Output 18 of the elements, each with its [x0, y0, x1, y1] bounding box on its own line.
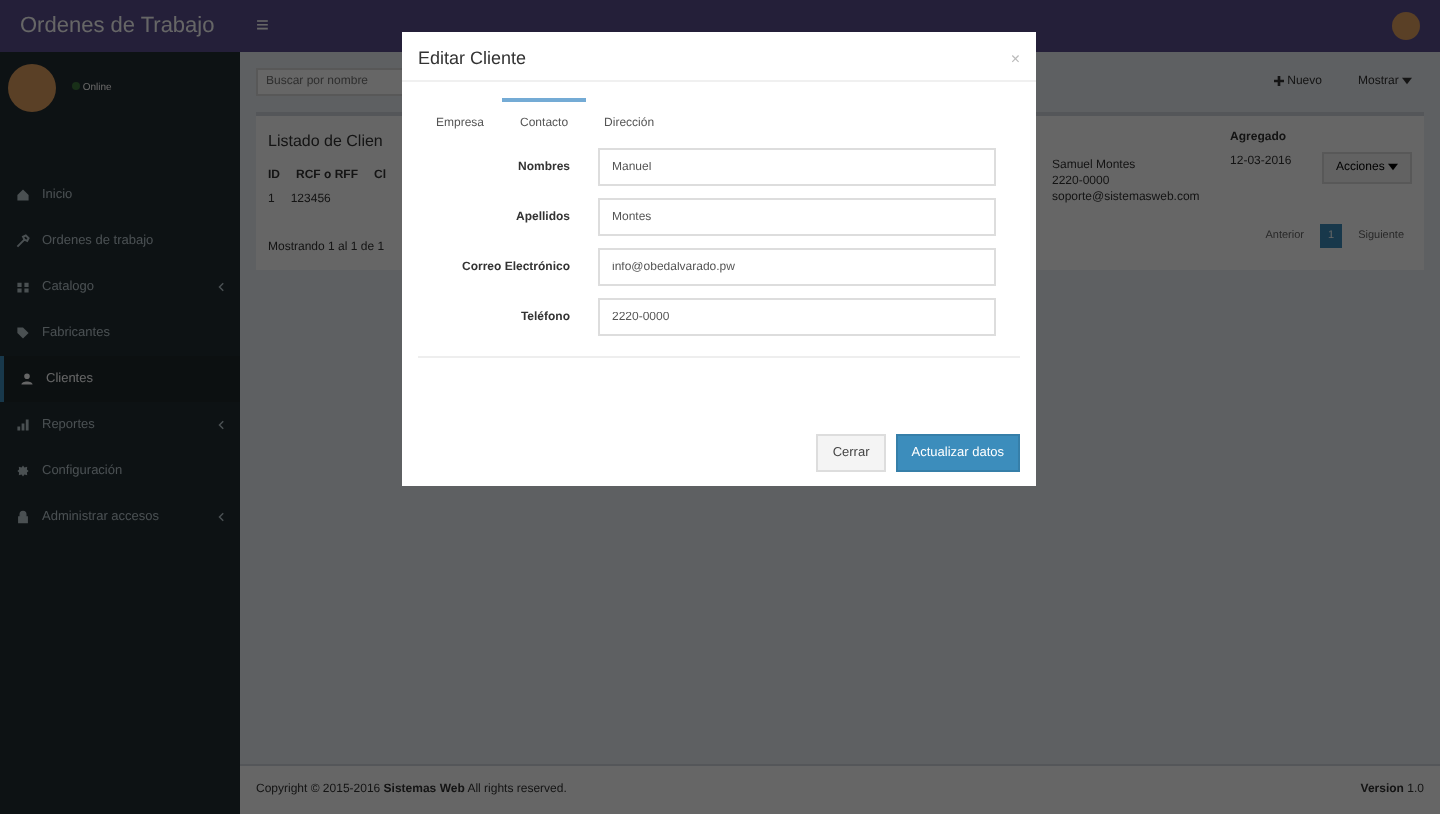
user-avatar: [8, 64, 56, 112]
app-brand[interactable]: Ordenes de Trabajo: [0, 14, 240, 38]
dialog-title: Editar Cliente: [418, 48, 527, 68]
wrench-icon: [16, 234, 30, 248]
tag-icon: [16, 326, 30, 340]
plus-icon: [1273, 75, 1284, 86]
card-title: Listado de Clien: [268, 132, 385, 150]
menu-icon[interactable]: ≡: [256, 14, 269, 38]
user-avatar[interactable]: [1392, 12, 1420, 40]
home-icon: [16, 188, 30, 202]
grid-icon: [16, 280, 30, 294]
chart-icon: [16, 418, 30, 432]
user-icon: [20, 372, 34, 386]
gear-icon: [16, 464, 30, 478]
close-button[interactable]: ×: [1010, 49, 1020, 67]
caret-icon: [1387, 162, 1398, 172]
lock-icon: [16, 510, 30, 524]
caret-icon: [1402, 75, 1412, 86]
